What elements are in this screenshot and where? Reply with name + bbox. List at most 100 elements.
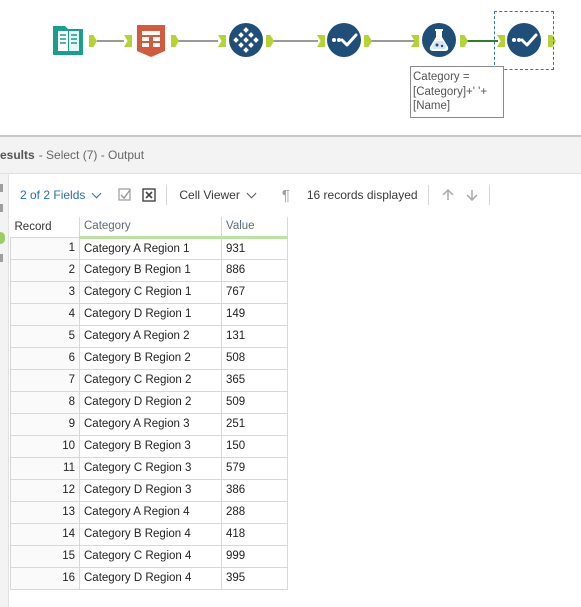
output-anchor[interactable] [460,35,468,47]
record-cell[interactable]: 5 [10,324,80,348]
table-row[interactable]: 1 Category A Region 1 931 [10,236,288,260]
category-cell[interactable]: Category C Region 3 [79,456,222,480]
record-cell[interactable]: 3 [10,280,80,304]
value-cell[interactable]: 931 [221,236,288,260]
value-cell[interactable]: 149 [221,302,288,326]
value-cell[interactable]: 999 [221,544,288,568]
record-cell[interactable]: 7 [10,368,80,392]
category-cell[interactable]: Category A Region 3 [79,412,222,436]
annotation-line-3: [Name] [413,100,451,112]
input-anchor[interactable] [317,35,325,47]
value-cell[interactable]: 395 [221,566,288,590]
value-cell[interactable]: 386 [221,478,288,502]
value-cell[interactable]: 509 [221,390,288,414]
record-cell[interactable]: 16 [10,566,80,590]
input-anchor[interactable] [218,35,226,47]
record-cell[interactable]: 1 [10,236,80,260]
record-cell[interactable]: 8 [10,390,80,414]
category-cell[interactable]: Category C Region 2 [79,368,222,392]
table-row[interactable]: 8 Category D Region 2 509 [10,390,288,414]
toolbar-separator [427,185,429,205]
connection-1-2[interactable] [97,40,124,42]
connection-3-4[interactable] [273,40,318,42]
output-anchor[interactable] [171,35,179,47]
category-cell[interactable]: Category C Region 4 [79,544,222,568]
record-cell[interactable]: 12 [10,478,80,502]
connection-2-3[interactable] [178,40,218,42]
table-row[interactable]: 11 Category C Region 3 579 [10,456,288,480]
value-cell[interactable]: 508 [221,346,288,370]
transpose-tool[interactable] [228,22,264,58]
results-title: esults [0,148,35,162]
category-cell[interactable]: Category A Region 1 [79,236,222,260]
connection-4-5[interactable] [370,40,416,42]
category-cell[interactable]: Category B Region 4 [79,522,222,546]
toolbar-separator [166,185,168,205]
arrow-up-icon[interactable] [441,188,455,202]
select-tool[interactable] [326,22,362,58]
output-anchor[interactable] [266,35,274,47]
value-cell[interactable]: 365 [221,368,288,392]
column-header-value[interactable]: Value [221,217,288,239]
checkbox-clear-icon[interactable] [142,188,157,202]
pilcrow-icon[interactable]: ¶ [279,187,293,204]
value-cell[interactable]: 418 [221,522,288,546]
output-anchor[interactable] [89,35,97,47]
category-cell[interactable]: Category D Region 2 [79,390,222,414]
value-cell[interactable]: 288 [221,500,288,524]
record-cell[interactable]: 6 [10,346,80,370]
table-row[interactable]: 5 Category A Region 2 131 [10,324,288,348]
table-row[interactable]: 12 Category D Region 3 386 [10,478,288,502]
column-header-category[interactable]: Category [79,217,222,239]
workflow-canvas[interactable]: Category = [Category]+' '+ [Name] [0,0,581,135]
category-cell[interactable]: Category B Region 3 [79,434,222,458]
value-cell[interactable]: 886 [221,258,288,282]
category-cell[interactable]: Category A Region 4 [79,500,222,524]
cell-viewer-dropdown[interactable]: Cell Viewer [179,188,257,202]
input-tool[interactable] [50,22,86,58]
record-cell[interactable]: 4 [10,302,80,326]
table-row[interactable]: 16 Category D Region 4 395 [10,566,288,590]
column-header-record[interactable]: Record [10,217,80,238]
arrow-down-icon[interactable] [465,188,479,202]
record-cell[interactable]: 15 [10,544,80,568]
table-row[interactable]: 14 Category B Region 4 418 [10,522,288,546]
value-cell[interactable]: 251 [221,412,288,436]
fields-dropdown[interactable]: 2 of 2 Fields [20,188,102,202]
record-cell[interactable]: 2 [10,258,80,282]
formula-annotation[interactable]: Category = [Category]+' '+ [Name] [410,66,504,118]
table-row[interactable]: 3 Category C Region 1 767 [10,280,288,304]
formula-flask-icon [422,23,456,57]
table-row[interactable]: 9 Category A Region 3 251 [10,412,288,436]
table-row[interactable]: 7 Category C Region 2 365 [10,368,288,392]
chevron-down-icon [91,188,102,198]
table-row[interactable]: 15 Category C Region 4 999 [10,544,288,568]
select-check-icon [327,23,361,57]
category-cell[interactable]: Category D Region 1 [79,302,222,326]
record-cell[interactable]: 11 [10,456,80,480]
table-row[interactable]: 4 Category D Region 1 149 [10,302,288,326]
record-cell[interactable]: 13 [10,500,80,524]
value-cell[interactable]: 150 [221,434,288,458]
checkbox-check-icon[interactable] [118,188,132,202]
output-anchor[interactable] [364,35,372,47]
table-row[interactable]: 2 Category B Region 1 886 [10,258,288,282]
input-anchor[interactable] [124,35,132,47]
record-cell[interactable]: 14 [10,522,80,546]
record-cell[interactable]: 9 [10,412,80,436]
formula-tool[interactable] [421,22,457,58]
category-cell[interactable]: Category C Region 1 [79,280,222,304]
table-row[interactable]: 6 Category B Region 2 508 [10,346,288,370]
record-cell[interactable]: 10 [10,434,80,458]
value-cell[interactable]: 579 [221,456,288,480]
category-cell[interactable]: Category B Region 1 [79,258,222,282]
table-row[interactable]: 10 Category B Region 3 150 [10,434,288,458]
value-cell[interactable]: 767 [221,280,288,304]
category-cell[interactable]: Category A Region 2 [79,324,222,348]
value-cell[interactable]: 131 [221,324,288,348]
text-to-columns-tool[interactable] [133,22,169,58]
category-cell[interactable]: Category D Region 4 [79,566,222,590]
category-cell[interactable]: Category D Region 3 [79,478,222,502]
category-cell[interactable]: Category B Region 2 [79,346,222,370]
table-row[interactable]: 13 Category A Region 4 288 [10,500,288,524]
